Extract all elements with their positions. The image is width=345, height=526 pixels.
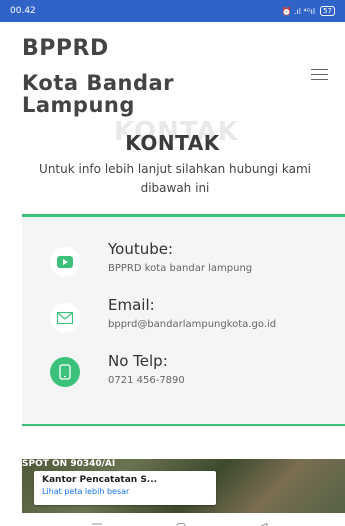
contact-label-youtube: Youtube: [108,240,174,258]
system-nav-bar [0,513,345,526]
contact-box: Youtube: BPPRD kota bandar lampung Email… [22,214,345,426]
mail-icon [50,303,80,333]
contact-item-email: Email: bpprd@bandarlampungkota.go.id [22,293,345,343]
contact-label-phone: No Telp: [108,352,168,370]
status-time: 00.42 [10,6,36,16]
home-icon[interactable] [176,516,186,526]
status-icons: ⏰ .ıl ⁴ᴳıl 57 [281,6,335,16]
recent-apps-icon[interactable] [92,516,102,525]
site-subtitle[interactable]: Kota Bandar Lampung [22,72,242,116]
map-larger-link[interactable]: Lihat peta lebih besar [42,487,208,496]
youtube-icon [50,247,80,277]
contact-value-youtube[interactable]: BPPRD kota bandar lampung [108,263,252,274]
contact-item-youtube: Youtube: BPPRD kota bandar lampung [22,237,345,287]
hamburger-menu-icon[interactable] [311,69,328,81]
contact-value-phone[interactable]: 0721 456-7890 [108,375,185,386]
map-info-card: Kantor Pencatatan S... Lihat peta lebih … [34,471,216,505]
map-overlay-text: SPOT ON 90340/AI [22,459,116,469]
map-embed[interactable]: SPOT ON 90340/AI Kantor Pencatatan S... … [22,459,345,513]
battery-icon: 57 [320,6,335,16]
contact-label-email: Email: [108,296,155,314]
status-bar: 00.42 ⏰ .ıl ⁴ᴳıl 57 [0,0,345,22]
site-header: BPPRD Kota Bandar Lampung [0,22,345,122]
site-title[interactable]: BPPRD [22,36,109,61]
contact-value-email[interactable]: bpprd@bandarlampungkota.go.id [108,319,276,330]
contact-item-phone: No Telp: 0721 456-7890 [22,349,345,399]
section-subtitle: Untuk info lebih lanjut silahkan hubungi… [39,162,311,195]
signal-icons: ⏰ .ıl ⁴ᴳıl [281,6,316,16]
section-title: KONTAK [125,131,220,155]
phone-icon [50,357,80,387]
map-card-title: Kantor Pencatatan S... [42,475,158,485]
back-icon[interactable] [258,516,268,526]
